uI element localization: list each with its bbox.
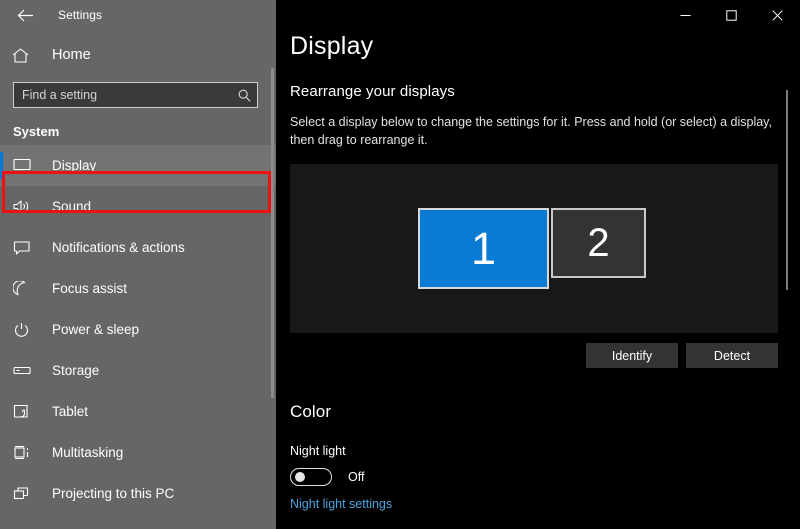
rearrange-heading: Rearrange your displays bbox=[290, 83, 455, 100]
sidebar-titlebar: Settings bbox=[0, 0, 276, 30]
multitasking-icon bbox=[13, 445, 39, 460]
sidebar-item-label: Storage bbox=[52, 363, 100, 378]
sidebar-nav-list: Display Sound Notifications & actions Fo… bbox=[0, 145, 276, 514]
search-container bbox=[0, 76, 276, 108]
identify-button[interactable]: Identify bbox=[586, 343, 678, 369]
display-arrangement-canvas[interactable]: 1 2 bbox=[290, 164, 778, 334]
toggle-knob bbox=[295, 472, 305, 483]
sidebar-item-label: Sound bbox=[52, 199, 92, 214]
home-label: Home bbox=[52, 47, 91, 63]
color-section-heading: Color bbox=[290, 402, 332, 422]
minimize-icon[interactable] bbox=[662, 0, 708, 30]
sidebar-item-projecting[interactable]: Projecting to this PC bbox=[0, 473, 276, 514]
sidebar-item-power-sleep[interactable]: Power & sleep bbox=[0, 309, 276, 350]
night-light-toggle-row: Off bbox=[290, 468, 800, 487]
sidebar-item-multitasking[interactable]: Multitasking bbox=[0, 432, 276, 473]
settings-window: Settings Home System bbox=[0, 0, 800, 529]
speaker-icon bbox=[13, 199, 39, 214]
sidebar-item-label: Notifications & actions bbox=[52, 240, 185, 255]
sidebar-item-label: Projecting to this PC bbox=[52, 486, 175, 501]
rearrange-description: Select a display below to change the set… bbox=[290, 115, 772, 148]
display-box-1[interactable]: 1 bbox=[418, 208, 549, 290]
display-number: 1 bbox=[470, 222, 497, 274]
drive-icon bbox=[13, 363, 39, 378]
sidebar-item-notifications[interactable]: Notifications & actions bbox=[0, 227, 276, 268]
night-light-settings-link[interactable]: Night light settings bbox=[290, 497, 800, 511]
power-icon bbox=[13, 322, 39, 337]
main-content: Display Rearrange your displays Select a… bbox=[276, 0, 800, 529]
search-input[interactable] bbox=[14, 83, 231, 107]
sidebar-item-label: Display bbox=[52, 158, 97, 173]
maximize-icon[interactable] bbox=[708, 0, 754, 30]
display-box-2[interactable]: 2 bbox=[551, 208, 646, 279]
tablet-icon bbox=[13, 404, 39, 419]
search-icon[interactable] bbox=[231, 89, 257, 102]
detect-button[interactable]: Detect bbox=[686, 343, 778, 369]
sidebar-group-title: System bbox=[13, 124, 60, 139]
sidebar-item-storage[interactable]: Storage bbox=[0, 350, 276, 391]
sidebar: Settings Home System bbox=[0, 0, 276, 529]
settings-title: Settings bbox=[58, 8, 103, 22]
sidebar-item-label: Multitasking bbox=[52, 445, 124, 460]
back-arrow-icon[interactable] bbox=[8, 1, 42, 29]
night-light-label: Night light bbox=[290, 444, 346, 459]
moon-icon bbox=[13, 281, 39, 296]
search-box[interactable] bbox=[13, 82, 258, 108]
notification-icon bbox=[13, 240, 39, 255]
sidebar-item-label: Focus assist bbox=[52, 281, 128, 296]
sidebar-item-tablet[interactable]: Tablet bbox=[0, 391, 276, 432]
sidebar-item-home[interactable]: Home bbox=[0, 34, 276, 76]
display-number: 2 bbox=[587, 220, 610, 265]
main-scrollbar[interactable] bbox=[786, 90, 788, 290]
close-icon[interactable] bbox=[754, 0, 800, 30]
page-title: Display bbox=[290, 32, 374, 60]
night-light-toggle[interactable] bbox=[290, 468, 332, 487]
sidebar-item-focus-assist[interactable]: Focus assist bbox=[0, 268, 276, 309]
sidebar-item-label: Power & sleep bbox=[52, 322, 140, 337]
home-icon bbox=[12, 47, 40, 63]
sidebar-scrollbar[interactable] bbox=[271, 68, 274, 398]
sidebar-item-label: Tablet bbox=[52, 404, 89, 419]
projecting-icon bbox=[13, 486, 39, 501]
window-controls bbox=[662, 0, 800, 30]
display-action-buttons: Identify Detect bbox=[290, 343, 778, 369]
night-light-state: Off bbox=[348, 470, 365, 485]
monitor-icon bbox=[13, 158, 39, 173]
sidebar-item-sound[interactable]: Sound bbox=[0, 186, 276, 227]
sidebar-item-display[interactable]: Display bbox=[0, 145, 276, 186]
